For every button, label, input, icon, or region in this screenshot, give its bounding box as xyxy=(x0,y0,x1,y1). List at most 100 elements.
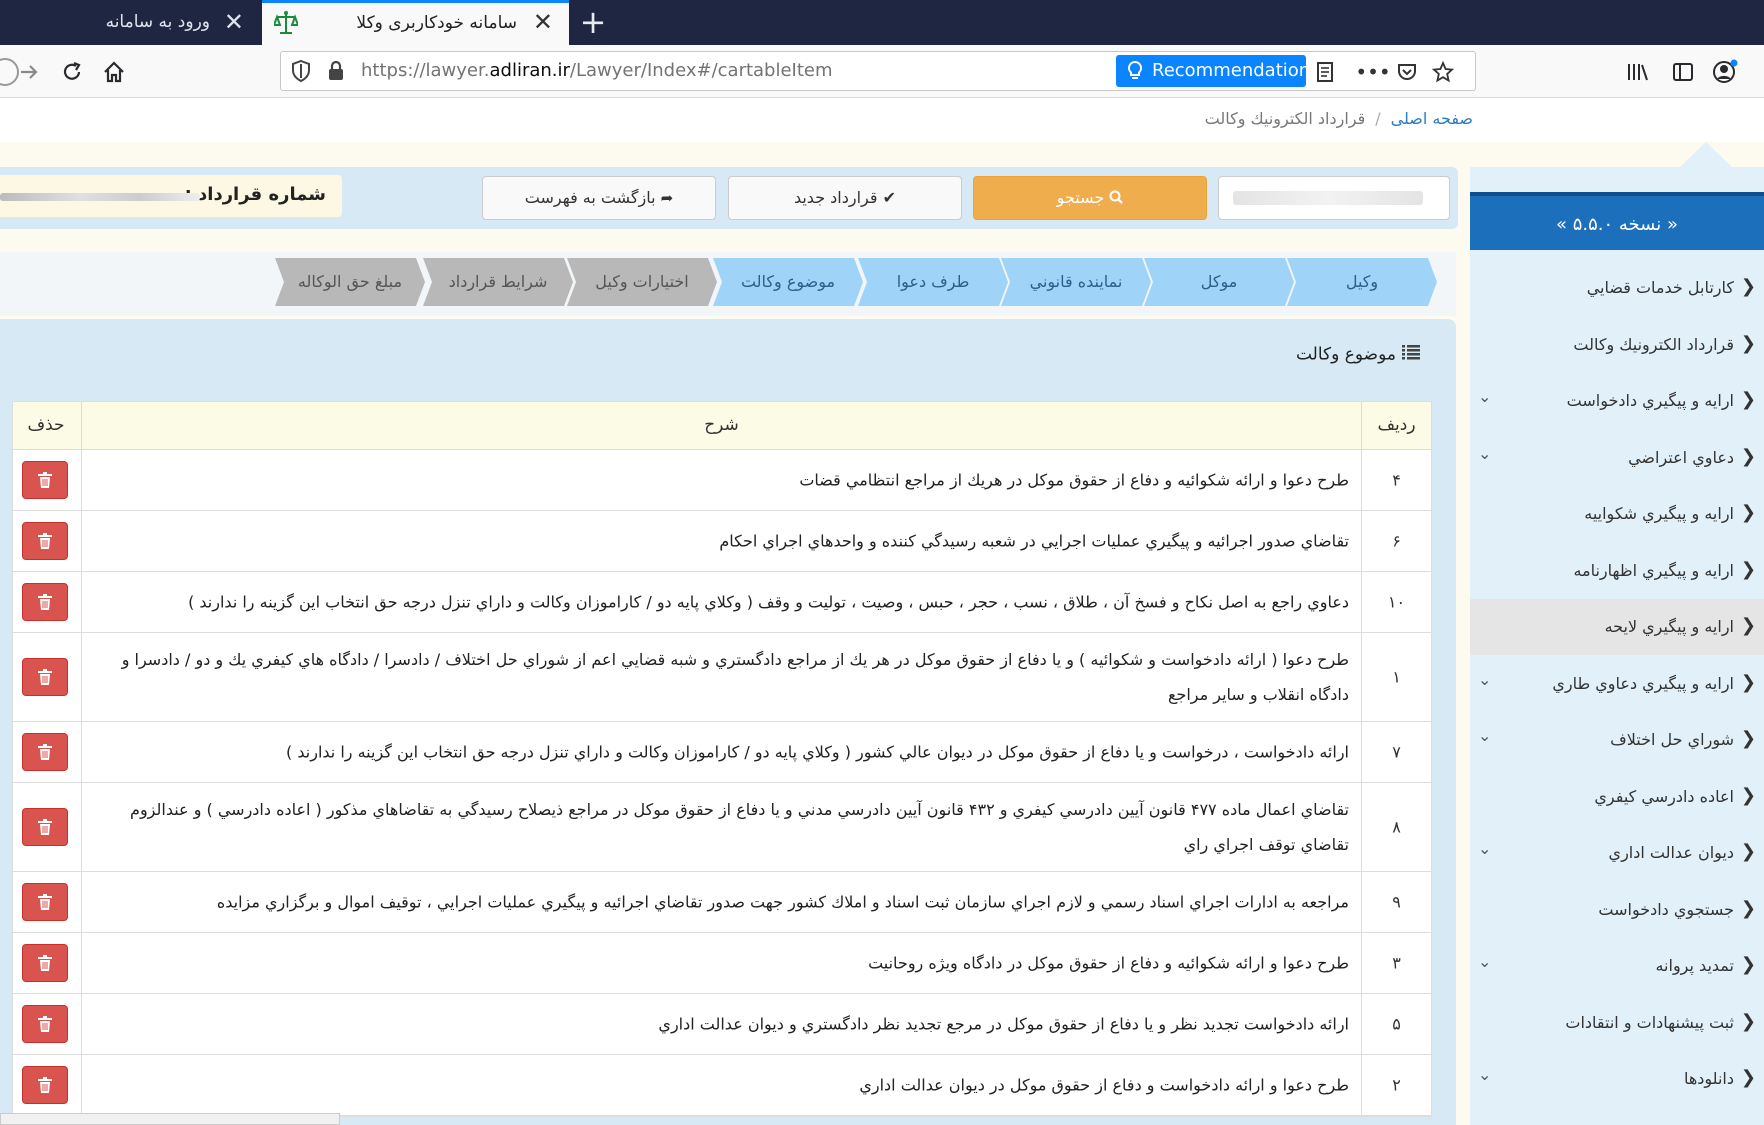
lock-icon[interactable] xyxy=(327,60,345,86)
new-tab-icon[interactable]: + xyxy=(573,3,613,43)
sidebar-item[interactable]: ❮ ديوان عدالت اداري ⌄ xyxy=(1470,825,1764,881)
delete-button[interactable] xyxy=(22,1005,68,1043)
table-row: ۳ طرح دعوا و ارائه شكوائيه و دفاع از حقوق… xyxy=(13,933,1431,994)
browser-tab-login[interactable]: ورود به سامانه ✕ xyxy=(0,0,262,45)
trash-icon xyxy=(38,472,52,488)
sidebar-item[interactable]: ❮ قرارداد الكترونيك وكالت xyxy=(1470,317,1764,373)
breadcrumb: صفحه اصلی / قرارداد الكترونيك وكالت xyxy=(0,98,1764,142)
chevron-left-icon: ❮ xyxy=(1740,332,1756,354)
chevron-left-icon: ❮ xyxy=(1740,841,1756,862)
wizard-step[interactable]: طرف دعوا xyxy=(858,258,1008,306)
trash-icon xyxy=(38,1077,52,1093)
trash-icon xyxy=(38,594,52,610)
row-number: ۲ xyxy=(1392,1075,1401,1095)
search-button[interactable]: جستجو xyxy=(973,176,1207,220)
new-contract-button[interactable]: ✔ قرارداد جديد xyxy=(728,176,962,220)
breadcrumb-home-link[interactable]: صفحه اصلی xyxy=(1391,109,1473,128)
delete-button[interactable] xyxy=(22,658,68,696)
row-description: طرح دعوا و ارائه دادخواست و دفاع از حقوق… xyxy=(859,1075,1349,1095)
back-to-list-button[interactable]: ➦ بازگشت به فهرست xyxy=(482,176,716,220)
pocket-icon[interactable] xyxy=(1393,60,1421,84)
wizard-step[interactable]: نماينده قانوني xyxy=(1001,258,1151,306)
trash-icon xyxy=(38,894,52,910)
bookmark-star-icon[interactable] xyxy=(1429,60,1457,84)
chevron-down-icon[interactable]: ⌄ xyxy=(1478,952,1491,971)
new-contract-label: قرارداد جديد xyxy=(793,188,878,207)
header-description: شرح xyxy=(704,415,739,435)
delete-button[interactable] xyxy=(22,461,68,499)
url-text[interactable]: https://lawyer.adliran.ir/Lawyer/Index#/… xyxy=(361,60,833,81)
browser-tab-active[interactable]: سامانه خودکاربری وکلا ✕ xyxy=(262,0,569,45)
chevron-down-icon[interactable]: ⌄ xyxy=(1478,1065,1491,1084)
sidebar-item-label: ديوان عدالت اداري xyxy=(1608,843,1734,862)
close-tab-icon[interactable]: ✕ xyxy=(533,8,553,36)
sidebar-item[interactable]: ❮ ثبت پيشنهادات و انتقادات xyxy=(1470,995,1764,1051)
sidebar-item[interactable]: ❮ ارايه و پيگيري لايحه xyxy=(1470,599,1764,655)
wizard-step[interactable]: موضوع وكالت xyxy=(713,258,863,306)
delete-button[interactable] xyxy=(22,522,68,560)
chevron-down-icon[interactable]: ⌄ xyxy=(1478,839,1491,858)
tab-title: ورود به سامانه xyxy=(105,12,210,32)
toolbar-panel: شماره قرارداد : ➦ بازگشت به فهرست ✔ قرار… xyxy=(0,167,1458,229)
wizard-step[interactable]: اختيارات وكيل xyxy=(567,258,717,306)
reader-view-icon[interactable] xyxy=(1311,60,1339,84)
chevron-left-icon: ❮ xyxy=(1740,1010,1756,1032)
row-description: طرح دعوا ( ارائه دادخواست و شكوائيه ) و … xyxy=(121,650,1349,704)
sidebar-item-label: ارايه و پيگيري لايحه xyxy=(1604,617,1734,636)
sidebar-item[interactable]: ❮ تمديد پروانه ⌄ xyxy=(1470,938,1764,994)
close-tab-icon[interactable]: ✕ xyxy=(224,8,244,36)
table-row: ۷ ارائه دادخواست ، درخواست و يا دفاع از ح… xyxy=(13,722,1431,783)
recommendation-button[interactable]: Recommendation xyxy=(1116,55,1310,87)
tracking-shield-icon[interactable] xyxy=(291,59,311,87)
wizard-step[interactable]: شرايط قرارداد xyxy=(423,258,573,306)
account-icon[interactable] xyxy=(1706,53,1744,91)
contract-number-box: شماره قرارداد : xyxy=(0,175,342,217)
chevron-down-icon[interactable]: ⌄ xyxy=(1478,387,1491,406)
delete-button[interactable] xyxy=(22,733,68,771)
reload-icon[interactable] xyxy=(53,53,91,91)
url-bar[interactable]: https://lawyer.adliran.ir/Lawyer/Index#/… xyxy=(280,51,1476,91)
chevron-down-icon[interactable]: ⌄ xyxy=(1478,726,1491,745)
sidebar-item[interactable]: ❮ اعاده دادرسي كيفري xyxy=(1470,769,1764,825)
row-description: ارائه دادخواست ، درخواست و يا دفاع از حق… xyxy=(286,742,1349,762)
chevron-down-icon[interactable]: ⌄ xyxy=(1478,670,1491,689)
sidebar-item[interactable]: ❮ كارتابل خدمات قضايي xyxy=(1470,260,1764,316)
sidebar-item[interactable]: ❮ جستجوي دادخواست xyxy=(1470,882,1764,938)
sidebar-item[interactable]: ❮ ارايه و پيگيري اظهارنامه xyxy=(1470,543,1764,599)
library-icon[interactable] xyxy=(1619,53,1657,91)
subjects-table: رديف شرح حذف ۴ طرح دعوا و ارائه شكوائيه و… xyxy=(12,401,1432,1117)
contract-number-label: شماره قرارداد : xyxy=(184,184,326,205)
row-number: ۴ xyxy=(1392,470,1401,490)
main-panel: موضوع وكالت رديف شرح حذف ۴ طرح دعوا و ارا… xyxy=(0,319,1456,1125)
sidebar-item[interactable]: ❮ ارايه و پيگيري دادخواست ⌄ xyxy=(1470,373,1764,429)
sidebar-toggle-icon[interactable] xyxy=(1664,53,1702,91)
wizard-step[interactable]: مبلغ حق الوكاله xyxy=(275,258,425,306)
sidebar-item[interactable]: ❮ دانلودها ⌄ xyxy=(1470,1051,1764,1107)
trash-icon xyxy=(38,669,52,685)
sidebar-item[interactable]: ❮ ارايه و پيگيري شكواييه xyxy=(1470,486,1764,542)
search-input[interactable] xyxy=(1218,176,1450,220)
table-header: رديف شرح حذف xyxy=(13,402,1431,450)
page-actions-icon[interactable]: ••• xyxy=(1355,60,1390,84)
chevron-down-icon[interactable]: ⌄ xyxy=(1478,444,1491,463)
forward-icon[interactable] xyxy=(10,53,48,91)
delete-button[interactable] xyxy=(22,583,68,621)
version-banner: « نسخه ۵.۵.۰ » xyxy=(1470,192,1764,250)
sidebar-item-label: ثبت پيشنهادات و انتقادات xyxy=(1565,1012,1734,1032)
search-label: جستجو xyxy=(1056,188,1105,207)
home-icon[interactable] xyxy=(95,53,133,91)
sidebar-item[interactable]: ❮ شوراي حل اختلاف ⌄ xyxy=(1470,712,1764,768)
delete-button[interactable] xyxy=(22,808,68,846)
row-number: ۹ xyxy=(1392,892,1401,912)
breadcrumb-separator: / xyxy=(1375,109,1381,128)
delete-button[interactable] xyxy=(22,1066,68,1104)
sidebar-item[interactable]: ❮ ارايه و پيگيري دعاوي طاري ⌄ xyxy=(1470,656,1764,712)
trash-icon xyxy=(38,1016,52,1032)
delete-button[interactable] xyxy=(22,944,68,982)
wizard-step[interactable]: موكل xyxy=(1144,258,1294,306)
chevron-left-icon: ❮ xyxy=(1740,897,1756,919)
delete-button[interactable] xyxy=(22,883,68,921)
sidebar-item[interactable]: ❮ دعاوي اعتراضي ⌄ xyxy=(1470,430,1764,486)
row-number: ۶ xyxy=(1392,531,1401,551)
wizard-step[interactable]: وكيل xyxy=(1287,258,1437,306)
